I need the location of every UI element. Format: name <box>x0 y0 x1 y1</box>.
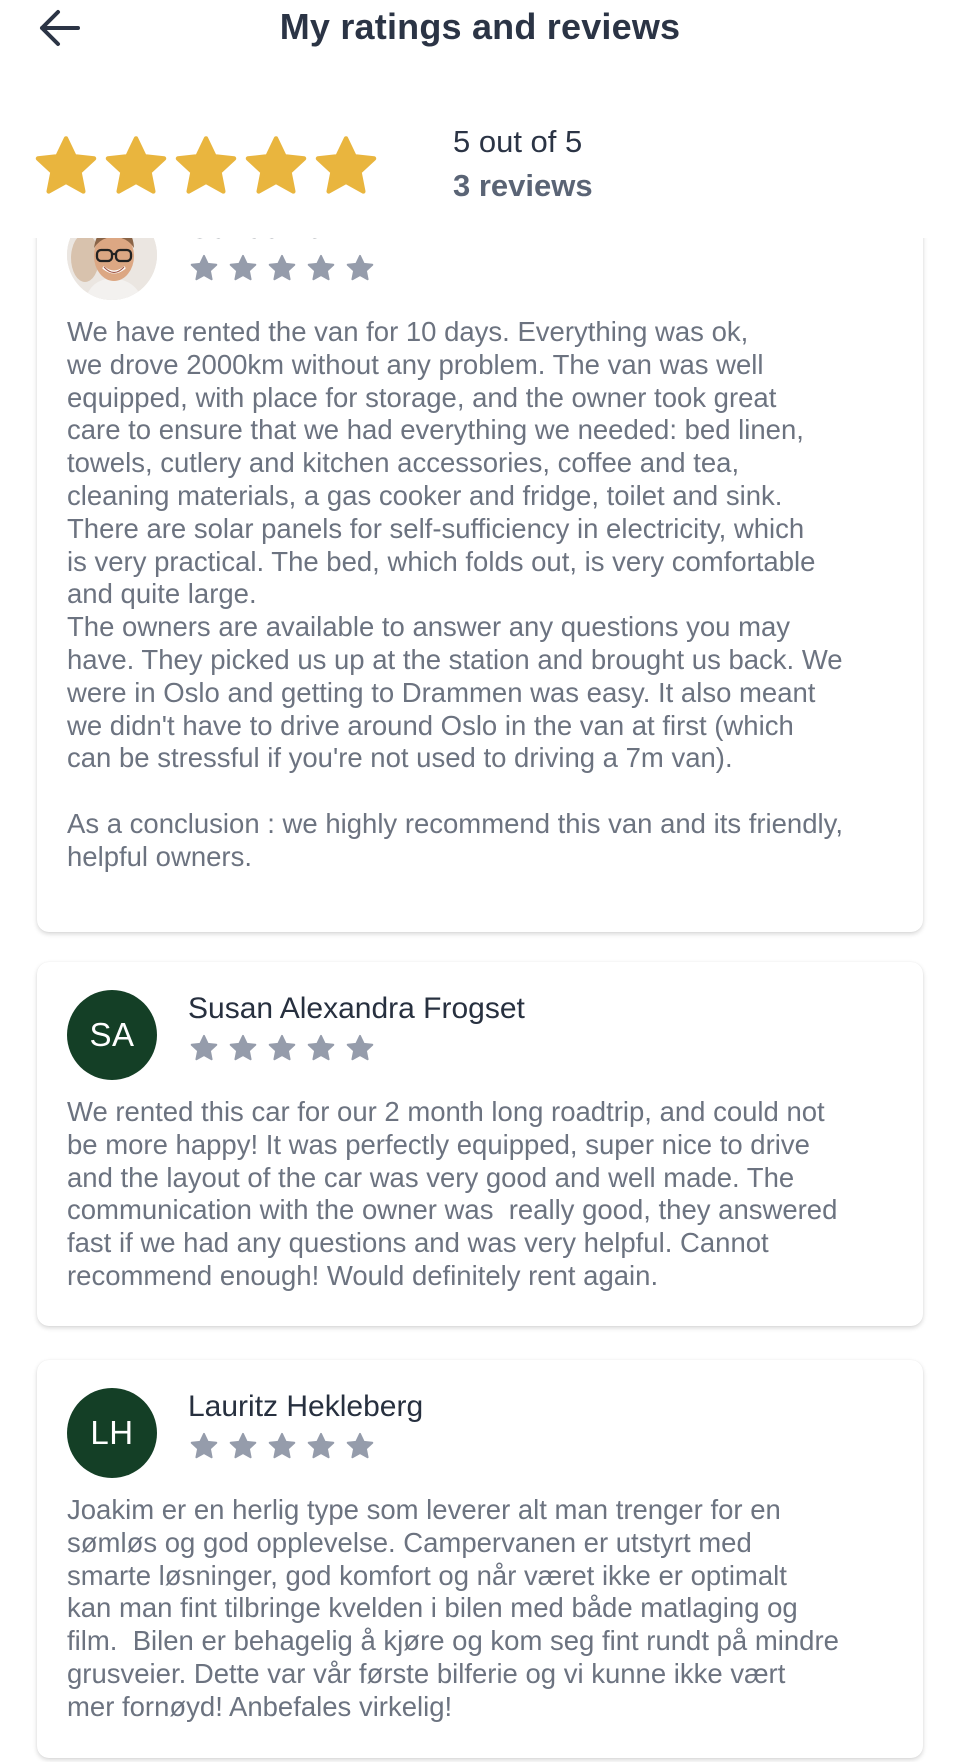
user-photo-icon <box>67 238 157 300</box>
avatar: SA <box>67 990 157 1080</box>
review-count: 3 reviews <box>453 168 593 203</box>
review-card: Guillaume We have rented the van for 10 … <box>37 238 923 932</box>
star-icon <box>346 1034 374 1061</box>
review-text: We rented this car for our 2 month long … <box>67 1096 838 1291</box>
review-card: LH Lauritz Hekleberg Joakim er en herlig… <box>37 1360 923 1758</box>
reviews-list[interactable]: Guillaume We have rented the van for 10 … <box>0 238 960 1762</box>
page-title: My ratings and reviews <box>279 6 681 47</box>
review-text: We have rented the van for 10 days. Ever… <box>67 316 843 872</box>
avatar <box>67 238 157 300</box>
star-icon <box>229 254 257 281</box>
star-icon <box>268 254 296 281</box>
star-icon <box>307 1034 335 1061</box>
reviewer-name: Lauritz Hekleberg <box>188 1390 424 1423</box>
star-icon <box>35 136 97 194</box>
top-bar: My ratings and reviews <box>0 0 960 60</box>
rating-summary: 5 out of 5 3 reviews <box>0 120 960 220</box>
summary-star-rating <box>32 134 380 200</box>
star-icon <box>175 136 237 194</box>
star-icon <box>229 1432 257 1459</box>
star-icon <box>346 254 374 281</box>
review-text: Joakim er en herlig type som leverer alt… <box>67 1494 839 1722</box>
star-icon <box>190 1432 218 1459</box>
reviewer-name: Susan Alexandra Frogset <box>188 992 525 1025</box>
review-card: SA Susan Alexandra Frogset We rented thi… <box>37 962 923 1326</box>
star-icon <box>315 136 377 194</box>
review-star-rating <box>189 254 375 283</box>
star-icon <box>346 1432 374 1459</box>
star-icon <box>190 254 218 281</box>
star-icon <box>307 1432 335 1459</box>
star-icon <box>245 136 307 194</box>
reviewer-name: Guillaume <box>188 238 323 246</box>
rating-score: 5 out of 5 <box>453 124 583 159</box>
review-star-rating <box>189 1432 375 1461</box>
star-icon <box>268 1432 296 1459</box>
star-icon <box>105 136 167 194</box>
review-star-rating <box>189 1034 375 1063</box>
star-icon <box>307 254 335 281</box>
avatar: LH <box>67 1388 157 1478</box>
star-icon <box>190 1034 218 1061</box>
star-icon <box>229 1034 257 1061</box>
star-icon <box>268 1034 296 1061</box>
